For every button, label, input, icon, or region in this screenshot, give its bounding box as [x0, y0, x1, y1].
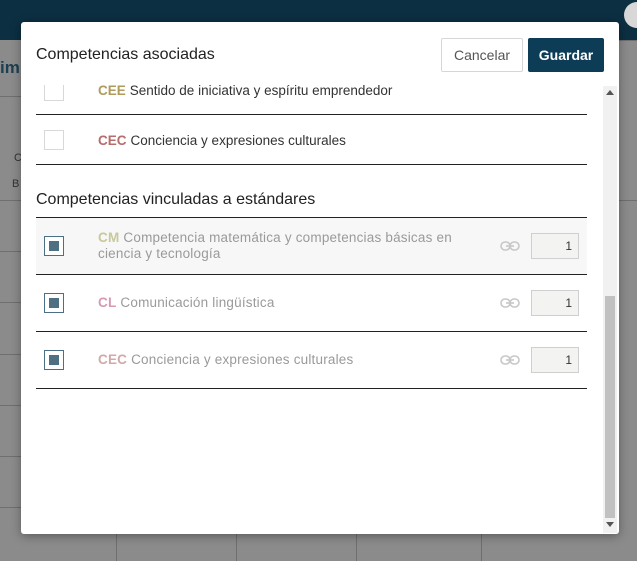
- checkbox[interactable]: [44, 350, 64, 370]
- modal-scroll-content[interactable]: CEE Sentido de iniciativa y espíritu empr…: [21, 85, 601, 534]
- competency-text: CEC Conciencia y expresiones culturales: [98, 133, 346, 149]
- competency-code: CEE: [98, 85, 126, 98]
- competency-label: Comunicación lingüística: [120, 295, 275, 310]
- competency-code: CM: [98, 230, 120, 245]
- bg-divider: [618, 40, 637, 41]
- checkbox[interactable]: [44, 130, 64, 150]
- bg-footer-cell: [116, 534, 236, 561]
- bg-footer-cell: [236, 534, 356, 561]
- list-item: CL Comunicación lingüística 1: [36, 275, 587, 332]
- checkbox[interactable]: [44, 293, 64, 313]
- bg-divider: [0, 354, 22, 355]
- section-title: Competencias vinculadas a estándares: [36, 191, 316, 208]
- competency-text: CL Comunicación lingüística: [98, 295, 275, 311]
- scrollbar[interactable]: [603, 86, 617, 533]
- bg-divider: [0, 200, 22, 201]
- weight-input[interactable]: 1: [531, 290, 579, 316]
- weight-input[interactable]: 1: [531, 347, 579, 373]
- link-icon[interactable]: [500, 353, 520, 367]
- bg-footer-cell: [356, 534, 481, 561]
- checkbox[interactable]: [44, 85, 64, 101]
- list-item: CEE Sentido de iniciativa y espíritu empr…: [36, 85, 587, 115]
- bg-divider: [0, 507, 22, 508]
- competency-label: Conciencia y expresiones culturales: [131, 352, 354, 367]
- competency-text: CM Competencia matemática y competencias …: [98, 230, 478, 262]
- scrollbar-thumb[interactable]: [605, 296, 615, 518]
- competency-code: CL: [98, 295, 117, 310]
- list-item: CEC Conciencia y expresiones culturales: [36, 115, 587, 165]
- competency-text: CEE Sentido de iniciativa y espíritu empr…: [98, 85, 392, 99]
- checkbox[interactable]: [44, 236, 64, 256]
- bg-divider: [618, 200, 637, 201]
- bg-footer-cell: [481, 534, 618, 561]
- bg-divider: [0, 405, 22, 406]
- modal-title: Competencias asociadas: [36, 46, 215, 63]
- bg-letter: B: [12, 178, 20, 190]
- competency-code: CEC: [98, 352, 128, 367]
- competency-code: CEC: [98, 133, 127, 148]
- competencias-modal: Competencias asociadas Cancelar Guardar …: [21, 22, 619, 534]
- bg-divider: [0, 456, 22, 457]
- link-icon[interactable]: [500, 239, 520, 253]
- list-item: CM Competencia matemática y competencias …: [36, 218, 587, 275]
- bg-divider: [0, 251, 22, 252]
- cancel-button[interactable]: Cancelar: [441, 38, 523, 72]
- arrow-down-icon[interactable]: [606, 522, 614, 527]
- save-button[interactable]: Guardar: [528, 38, 604, 72]
- competency-text: CEC Conciencia y expresiones culturales: [98, 352, 353, 368]
- competency-label: Conciencia y expresiones culturales: [130, 133, 346, 148]
- competency-label: Sentido de iniciativa y espíritu emprend…: [129, 85, 393, 98]
- arrow-up-icon[interactable]: [606, 90, 614, 95]
- link-icon[interactable]: [500, 296, 520, 310]
- bg-divider: [0, 302, 22, 303]
- weight-input[interactable]: 1: [531, 233, 579, 259]
- list-item: CEC Conciencia y expresiones culturales 1: [36, 332, 587, 389]
- bg-divider: [0, 96, 22, 97]
- competency-label: Competencia matemática y competencias bá…: [98, 230, 452, 261]
- page-title-fragment: im: [0, 58, 20, 77]
